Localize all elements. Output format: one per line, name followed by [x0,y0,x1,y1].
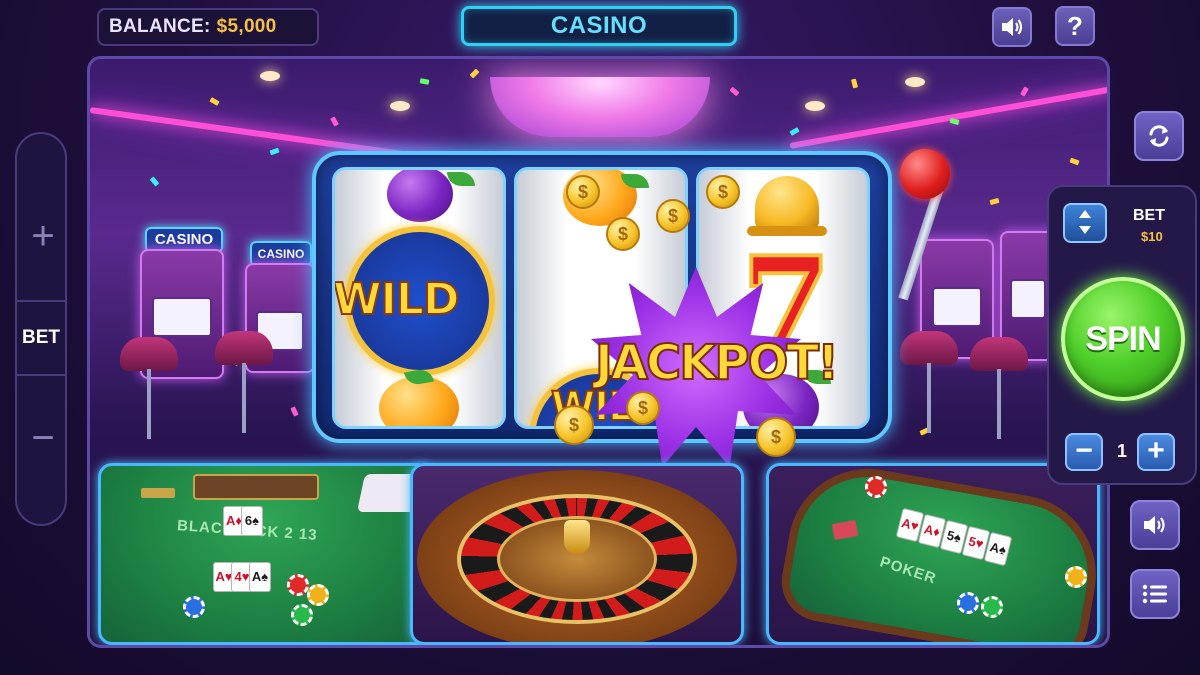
balance-display: BALANCE: $5,000 [97,8,319,46]
sound-icon [1144,516,1165,534]
confetti [419,78,430,85]
bet-rail: + BET − [15,132,67,526]
stool-leg [997,369,1001,439]
game-title: CASINO [461,6,737,46]
bell-symbol [755,176,819,228]
poker-felt [775,466,1097,642]
confetti [1069,157,1080,166]
gold-coin: $ [566,175,600,209]
confetti [469,68,480,79]
bet-label: BET [1133,207,1165,224]
blackjack-table[interactable]: BLACKJACK 2 13 A♦ 6♠ A♥ 4♥ A♠ [98,463,432,645]
slot-lever-handle[interactable] [900,149,950,199]
playing-card: A♠ [249,562,271,592]
chandelier [490,77,710,137]
stool-leg [927,363,931,433]
poker-chip [291,604,313,626]
confetti [949,117,960,126]
ceiling-light [260,71,280,81]
poker-table[interactable]: POKER A♥ A♦ 5♠ 5♥ A♠ [766,463,1100,645]
confetti [850,78,859,89]
stool [900,331,958,365]
menu-icon [1142,584,1167,604]
bet-control-panel: BET $10 SPIN − 1 + [1047,185,1197,485]
casino-scene: CASINO CASINO WILD WILD [87,56,1110,648]
help-icon: ? [1067,10,1083,41]
confetti [1020,86,1029,97]
gold-coin: $ [554,405,594,445]
stool-leg [242,363,246,433]
up-down-arrows-icon [1079,210,1091,234]
poker-chip [981,596,1003,618]
poker-chip [183,596,205,618]
chip-tray-slot [141,488,175,498]
poker-chip [287,574,309,596]
plum-symbol [387,170,453,222]
jackpot-text: JACKPOT! [594,334,840,392]
quantity-value: 1 [1116,441,1127,461]
gold-coin: $ [706,175,740,209]
help-button[interactable]: ? [1055,6,1095,46]
quantity-minus-button[interactable]: − [1065,433,1103,471]
poker-chip [307,584,329,606]
refresh-icon [1149,125,1169,147]
ceiling-light [905,77,925,87]
reel-1: WILD [332,167,506,429]
ceiling-light [805,101,825,111]
rail-plus-button[interactable]: + [17,210,69,262]
sound-button[interactable] [1130,500,1180,550]
gold-coin: $ [606,217,640,251]
speaker-icon [1002,18,1023,36]
menu-button[interactable] [1130,569,1180,619]
refresh-button[interactable] [1134,111,1184,161]
stool-leg [147,369,151,439]
playing-card: 6♠ [241,506,263,536]
balance-label: BALANCE: [109,16,211,37]
bet-adjust-toggle[interactable] [1063,203,1107,243]
poker-chip [957,592,979,614]
roulette-table[interactable] [410,463,744,645]
balance-value: $5,000 [216,16,277,37]
gold-coin: $ [756,417,796,457]
gold-coin: $ [656,199,690,233]
poker-chip [865,476,887,498]
gold-coin: $ [626,391,660,425]
roulette-spindle [564,520,590,554]
spin-button[interactable]: SPIN [1061,277,1185,401]
stool [120,337,178,371]
confetti [989,197,1000,206]
rail-bet-label: BET [15,300,67,376]
confetti [330,116,339,127]
confetti [269,147,280,156]
quantity-plus-button[interactable]: + [1137,433,1175,471]
confetti [789,127,800,136]
bet-value: $10 [1141,229,1163,244]
stool [970,337,1028,371]
poker-chip [1065,566,1087,588]
confetti [729,86,740,97]
neon-strip-right [789,85,1107,149]
ceiling-light [390,101,410,111]
confetti [290,406,299,417]
rail-minus-button[interactable]: − [17,414,69,466]
stool [215,331,273,365]
confetti [149,176,160,187]
confetti [209,97,220,106]
wild-symbol-text: WILD [333,273,460,326]
slot-machine: WILD WILD 7 JACKPOT! $ $ $ $ $ $ $ [312,151,892,467]
chip-tray [193,474,319,500]
speaker-button[interactable] [992,7,1032,47]
